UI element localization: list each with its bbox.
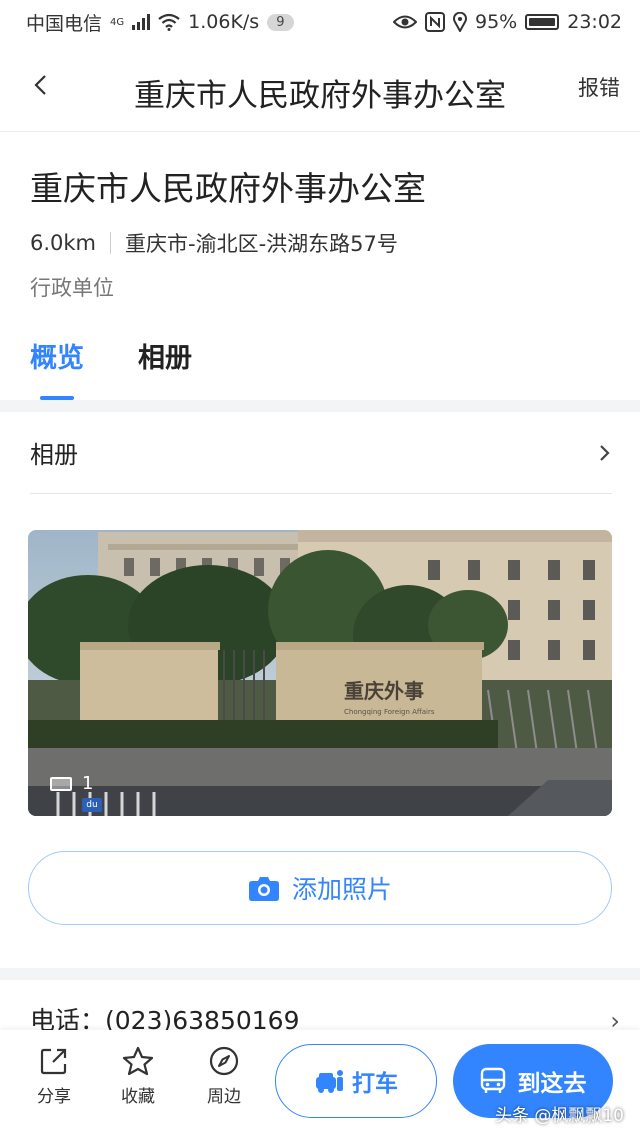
taxi-label: 打车 <box>352 1071 398 1097</box>
wifi-icon <box>158 13 180 31</box>
add-photo-button[interactable]: 添加照片 <box>28 851 612 925</box>
chevron-right-icon: › <box>610 1007 620 1030</box>
meta-divider <box>110 232 112 254</box>
status-right: 95% 23:02 <box>393 11 622 33</box>
tab-bar: 概览 相册 <box>30 336 192 375</box>
share-icon <box>40 1048 67 1075</box>
place-meta: 6.0km 重庆市-渝北区-洪湖东路57号 <box>30 228 398 258</box>
place-name: 重庆市人民政府外事办公室 <box>30 169 426 208</box>
status-left: 中国电信 4G 1.06K/s 9 <box>26 9 294 36</box>
taxi-icon <box>316 1070 343 1093</box>
battery-percent: 95% <box>475 11 518 33</box>
location-icon <box>453 12 467 32</box>
image-icon <box>50 776 72 791</box>
header: 重庆市人民政府外事办公室 报错 <box>0 44 640 132</box>
photo-count: 1 <box>50 773 93 794</box>
chevron-right-icon <box>600 444 610 461</box>
eye-icon <box>393 15 417 29</box>
battery-icon <box>525 14 560 30</box>
album-photo[interactable]: 重庆外事 Chongqing Foreign Affairs 1 du <box>28 530 612 816</box>
album-title: 相册 <box>30 441 78 469</box>
nearby-label: 周边 <box>207 1087 241 1107</box>
photo-sign-text: 重庆外事 <box>344 679 424 703</box>
network-type: 4G <box>110 16 125 28</box>
clock: 23:02 <box>567 11 622 33</box>
phone-number[interactable]: (023)63850169 <box>105 1006 299 1030</box>
place-category: 行政单位 <box>30 276 114 300</box>
report-error-button[interactable]: 报错 <box>578 72 620 102</box>
du-badge: du <box>82 798 102 812</box>
bus-icon <box>480 1067 505 1093</box>
notification-badge: 9 <box>267 13 294 31</box>
nfc-icon <box>425 12 445 32</box>
add-photo-label: 添加照片 <box>291 875 392 904</box>
status-bar: 中国电信 4G 1.06K/s 9 95% 23:02 <box>0 0 640 44</box>
favorite-button[interactable]: 收藏 <box>108 1046 168 1107</box>
signal-icon <box>132 14 151 30</box>
watermark: 头条 @枫飘飘10 <box>494 1106 624 1126</box>
tab-overview[interactable]: 概览 <box>30 336 84 375</box>
tab-album[interactable]: 相册 <box>138 336 192 375</box>
phone-text: 电话：(023)63850169 <box>30 1000 300 1030</box>
share-label: 分享 <box>37 1087 71 1107</box>
carrier-name: 中国电信 <box>26 12 103 35</box>
section-divider-2 <box>0 968 640 980</box>
album-header-row[interactable]: 相册 <box>30 412 612 494</box>
bottom-action-bar: 分享 收藏 周边 打车 到这去 头条 @枫飘飘10 <box>0 1030 640 1138</box>
photo-count-value: 1 <box>82 773 94 794</box>
photo-sign-subtext: Chongqing Foreign Affairs <box>344 708 435 716</box>
nearby-button[interactable]: 周边 <box>194 1046 254 1107</box>
phone-row[interactable]: 电话：(023)63850169 › <box>30 1000 620 1030</box>
compass-icon <box>209 1046 239 1076</box>
camera-icon <box>248 877 279 901</box>
go-here-label: 到这去 <box>517 1071 587 1097</box>
favorite-label: 收藏 <box>121 1087 155 1107</box>
place-distance: 6.0km <box>30 231 97 255</box>
phone-label: 电话： <box>30 1006 106 1030</box>
taxi-button[interactable]: 打车 <box>275 1044 437 1118</box>
network-speed: 1.06K/s <box>188 11 260 33</box>
section-divider <box>0 400 640 412</box>
star-icon <box>122 1046 154 1076</box>
share-button[interactable]: 分享 <box>24 1046 84 1107</box>
place-address[interactable]: 重庆市-渝北区-洪湖东路57号 <box>125 228 398 258</box>
page-title: 重庆市人民政府外事办公室 <box>134 78 506 114</box>
building-photo: 重庆外事 Chongqing Foreign Affairs <box>28 530 612 816</box>
